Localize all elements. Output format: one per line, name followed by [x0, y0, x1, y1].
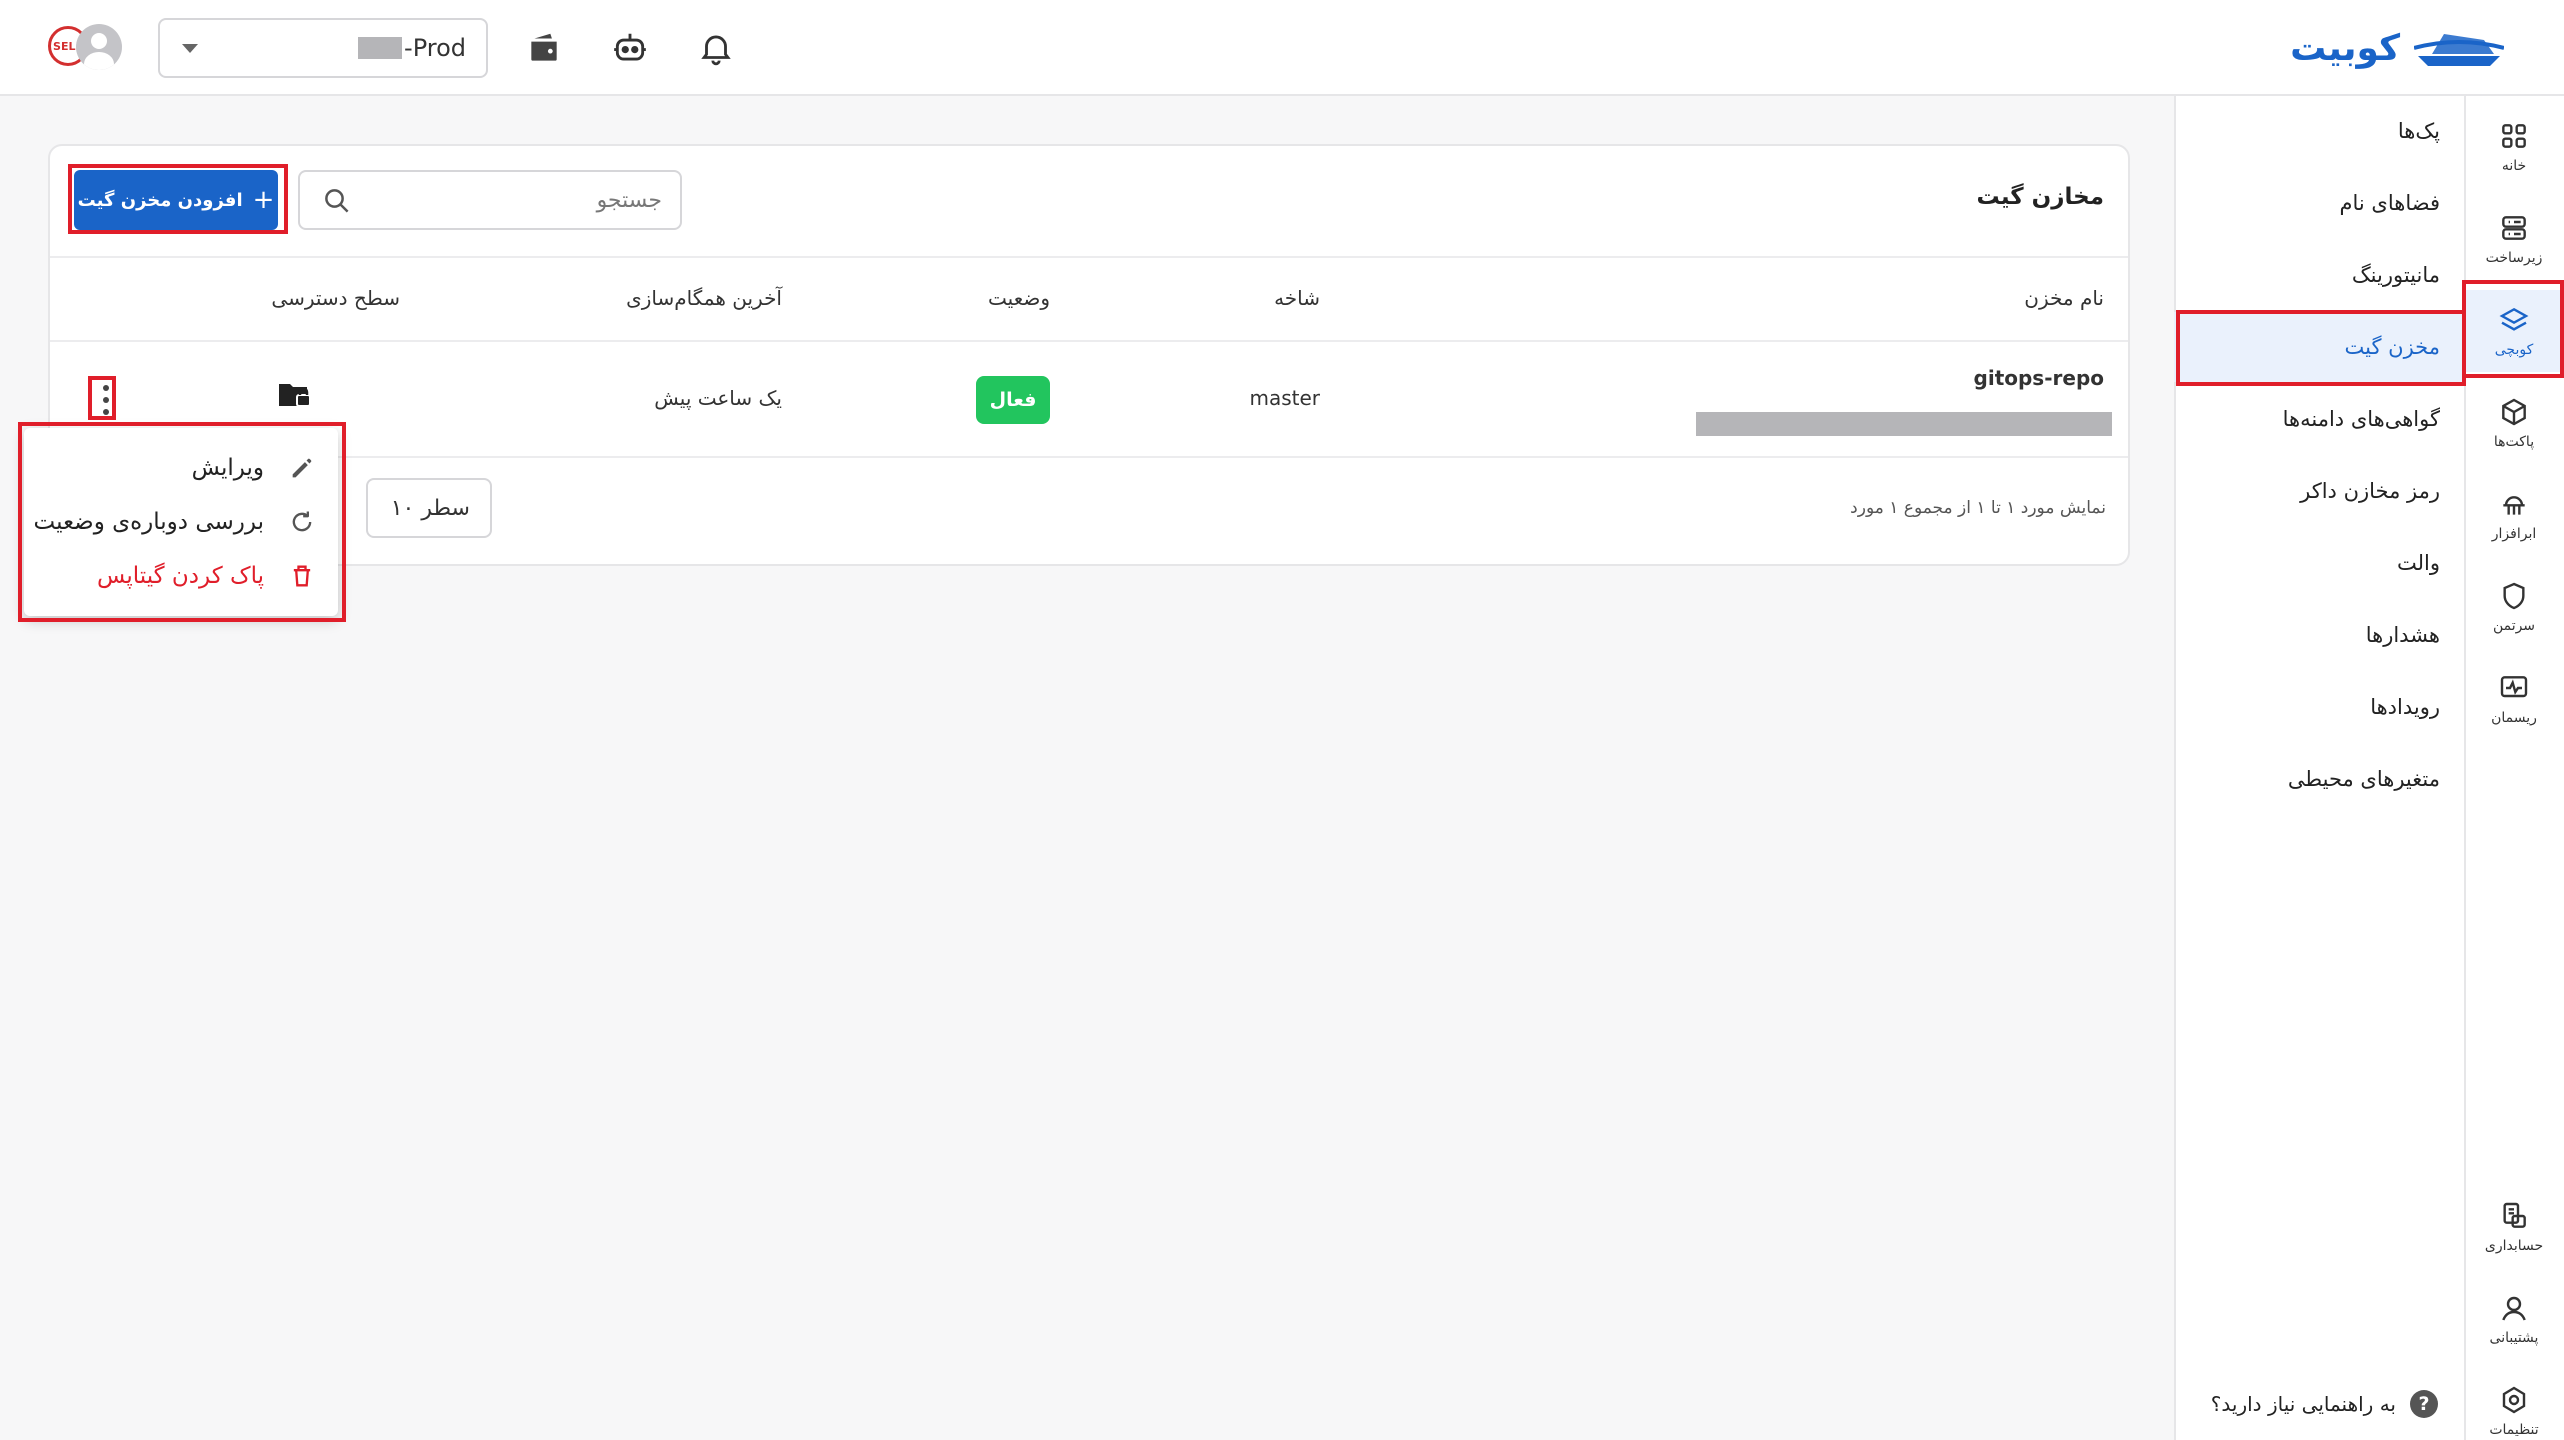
- sub-sidebar: پک‌ها فضاهای نام مانیتورینگ مخزن گیت گوا…: [2174, 96, 2464, 1440]
- rail-label: زیرساخت: [2485, 250, 2543, 266]
- status-badge: فعال: [976, 376, 1050, 424]
- search-placeholder: جستجو: [596, 188, 662, 213]
- rail-item-infrastructure[interactable]: زیرساخت: [2464, 198, 2564, 280]
- row-context-menu: ویرایش بررسی دوباره‌ی وضعیت پاک کردن گیت…: [24, 428, 338, 616]
- table-header: نام مخزن شاخه وضعیت آخرین همگام‌سازی سطح…: [50, 256, 2128, 342]
- page-title: مخازن گیت: [1976, 184, 2104, 210]
- sidebar-item-vault[interactable]: والت: [2174, 528, 2464, 598]
- menu-item-label: پاک کردن گیتاپس: [97, 563, 264, 589]
- column-header-branch: شاخه: [1274, 286, 1320, 310]
- trash-icon: [293, 565, 311, 587]
- rail-item-kubechi[interactable]: کوبچی: [2464, 290, 2564, 372]
- edit-icon: [292, 458, 312, 478]
- redacted-url-mask: [1696, 412, 2112, 436]
- plus-icon: +: [252, 185, 275, 215]
- rail-item-settings[interactable]: تنظیمات: [2464, 1370, 2564, 1440]
- menu-item-recheck-status[interactable]: بررسی دوباره‌ی وضعیت: [24, 496, 338, 548]
- chevron-down-icon: [182, 44, 198, 53]
- logo[interactable]: کوبیت: [2290, 22, 2504, 74]
- bell-icon[interactable]: [694, 26, 738, 70]
- rail-label: ابرافزار: [2491, 526, 2537, 542]
- menu-item-delete-gitops[interactable]: پاک کردن گیتاپس: [24, 550, 338, 602]
- pagination-summary: نمایش مورد ۱ تا ۱ از مجموع ۱ مورد: [1850, 498, 2106, 518]
- rail-label: حسابداری: [2484, 1238, 2544, 1254]
- rail-label: خانه: [2501, 158, 2527, 174]
- private-folder-icon: [279, 384, 311, 407]
- menu-item-label: ویرایش: [191, 455, 264, 481]
- user-menu[interactable]: SELF: [48, 24, 124, 74]
- git-repos-card: مخازن گیت جستجو + افزودن مخزن گیت نام مخ…: [48, 144, 2130, 566]
- top-header: کوبیت -Prod SELF: [0, 0, 2564, 96]
- sidebar-item-packs[interactable]: پک‌ها: [2174, 96, 2464, 166]
- robot-icon[interactable]: [608, 26, 652, 70]
- table-row[interactable]: gitops-repo master فعال یک ساعت پیش: [50, 342, 2128, 458]
- refresh-icon: [292, 511, 312, 532]
- help-link[interactable]: ? به راهنمایی نیاز دارید؟: [2211, 1390, 2438, 1418]
- accounting-icon: [2503, 1202, 2526, 1228]
- logo-ship-icon: [2414, 34, 2504, 66]
- rail-label: تنظیمات: [2489, 1422, 2539, 1438]
- help-text: به راهنمایی نیاز دارید؟: [2210, 1392, 2396, 1416]
- redacted-mask: [358, 37, 403, 59]
- environment-value: -Prod: [404, 34, 466, 62]
- repo-branch: master: [1249, 386, 1320, 410]
- wallet-icon[interactable]: [522, 26, 566, 70]
- repo-name[interactable]: gitops-repo: [1974, 366, 2104, 390]
- rail-item-home[interactable]: خانه: [2464, 106, 2564, 188]
- search-input[interactable]: جستجو: [298, 170, 682, 230]
- help-icon: ?: [2410, 1390, 2438, 1418]
- rail-label: ریسمان: [2491, 710, 2537, 726]
- rail-item-support[interactable]: پشتیبانی: [2464, 1278, 2564, 1360]
- menu-item-label: بررسی دوباره‌ی وضعیت: [33, 509, 264, 535]
- rail-item-risman[interactable]: ریسمان: [2464, 658, 2564, 740]
- add-button-label: افزودن مخزن گیت: [77, 189, 243, 211]
- sidebar-item-docker-secrets[interactable]: رمز مخازن داکر: [2174, 456, 2464, 526]
- icon-rail: خانه زیرساخت کوبچی پاکت‌ها ابرافزار سرتم…: [2464, 96, 2564, 1440]
- sidebar-item-namespaces[interactable]: فضاهای نام: [2174, 168, 2464, 238]
- sidebar-item-alerts[interactable]: هشدارها: [2174, 600, 2464, 670]
- avatar: [76, 24, 122, 70]
- cube-icon: [2502, 398, 2526, 426]
- sidebar-item-monitoring[interactable]: مانیتورینگ: [2174, 240, 2464, 310]
- cloud-app-icon: [2503, 496, 2525, 515]
- sidebar-item-env-variables[interactable]: متغیرهای محیطی: [2174, 744, 2464, 814]
- add-git-repo-button[interactable]: + افزودن مخزن گیت: [74, 170, 278, 230]
- rail-label: پاکت‌ها: [2493, 434, 2535, 450]
- sidebar-item-domain-certificates[interactable]: گواهی‌های دامنه‌ها: [2174, 384, 2464, 454]
- grid-icon: [2502, 124, 2526, 148]
- support-icon: [2502, 1296, 2526, 1321]
- row-actions-menu-icon[interactable]: [100, 382, 112, 418]
- rail-item-buckets[interactable]: پاکت‌ها: [2464, 382, 2564, 464]
- settings-icon: [2502, 1386, 2526, 1414]
- rail-label: کوبچی: [2494, 342, 2534, 358]
- sidebar-item-events[interactable]: رویدادها: [2174, 672, 2464, 742]
- environment-select[interactable]: -Prod: [158, 18, 488, 78]
- column-header-status: وضعیت: [988, 286, 1050, 310]
- rail-item-accounting[interactable]: حسابداری: [2464, 1186, 2564, 1268]
- column-header-last-sync: آخرین همگام‌سازی: [626, 286, 782, 310]
- logo-text: کوبیت: [2290, 27, 2400, 69]
- rail-label: سرتمن: [2492, 618, 2536, 634]
- pulse-icon: [2500, 676, 2528, 698]
- server-icon: [2502, 216, 2526, 240]
- column-header-repo-name: نام مخزن: [2024, 286, 2104, 310]
- repo-last-sync: یک ساعت پیش: [654, 386, 782, 410]
- rows-per-page-select[interactable]: ۱۰ سطر: [366, 478, 492, 538]
- search-icon: [325, 189, 349, 213]
- rail-label: پشتیبانی: [2489, 1330, 2539, 1346]
- layers-icon: [2499, 307, 2529, 331]
- rail-item-sertaman[interactable]: سرتمن: [2464, 566, 2564, 648]
- sidebar-item-git-repo[interactable]: مخزن گیت: [2174, 312, 2464, 382]
- menu-item-edit[interactable]: ویرایش: [24, 442, 338, 494]
- rail-item-cloud-app[interactable]: ابرافزار: [2464, 474, 2564, 556]
- shield-icon: [2503, 582, 2525, 610]
- column-header-access-level: سطح دسترسی: [271, 286, 400, 310]
